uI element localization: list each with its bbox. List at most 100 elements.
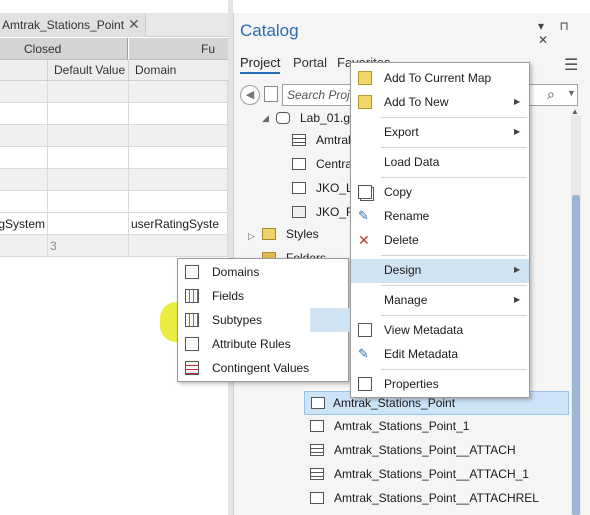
menu-item-label: Rename xyxy=(384,209,430,223)
view-metadata-icon xyxy=(358,323,372,337)
line-feature-icon xyxy=(292,182,306,194)
chevron-right-icon: ▶ xyxy=(514,265,521,274)
table-cell[interactable] xyxy=(48,125,129,147)
table-cell[interactable] xyxy=(0,125,48,147)
menu-separator xyxy=(381,315,527,316)
tree-item-label: Amtrak_Stations_Point_1 xyxy=(334,419,470,433)
column-header[interactable] xyxy=(0,60,48,81)
expand-icon[interactable]: ▷ xyxy=(248,231,255,242)
search-icon[interactable]: ⌕ xyxy=(547,86,555,103)
table-cell[interactable] xyxy=(129,147,228,169)
search-placeholder: Search Proje xyxy=(287,88,357,102)
table-cell[interactable] xyxy=(0,169,48,191)
menu-item-load-data[interactable]: Load Data xyxy=(351,151,529,175)
column-group-label: Closed xyxy=(24,42,62,56)
menu-item-properties[interactable]: Properties xyxy=(351,373,529,397)
table-cell[interactable] xyxy=(0,103,48,125)
styles-icon xyxy=(262,228,276,240)
menu-item-add-to-current-map[interactable]: Add To Current Map xyxy=(351,67,529,91)
table-cell[interactable] xyxy=(129,103,228,125)
menu-item-design[interactable]: Design ▶ xyxy=(351,259,529,283)
tab-project[interactable]: Project xyxy=(240,55,281,74)
back-icon[interactable]: ◀ xyxy=(240,85,260,105)
rename-icon: ✎ xyxy=(358,208,369,223)
column-header-default-value[interactable]: Default Value xyxy=(48,60,129,81)
table-tab[interactable]: Amtrak_Stations_Point ✕ xyxy=(0,13,146,37)
table-cell[interactable] xyxy=(129,191,228,213)
table-cell[interactable] xyxy=(48,169,129,191)
table-row[interactable]: 3 xyxy=(0,235,228,257)
menu-item-domains[interactable]: Domains xyxy=(178,261,348,285)
menu-item-label: Edit Metadata xyxy=(384,347,459,361)
delete-icon: ✕ xyxy=(358,232,370,248)
table-cell[interactable] xyxy=(0,191,48,213)
menu-item-add-to-new[interactable]: Add To New ▶ xyxy=(351,91,529,115)
menu-item-attribute-rules[interactable]: Attribute Rules xyxy=(178,333,348,357)
menu-item-export[interactable]: Export ▶ xyxy=(351,121,529,145)
table-row[interactable] xyxy=(0,81,228,103)
tree-item[interactable]: Amtrak_Stations_Point__ATTACHREL xyxy=(310,487,570,511)
table-cell[interactable] xyxy=(129,81,228,103)
table-cell[interactable] xyxy=(48,213,129,235)
tree-item[interactable]: Amtrak_Stations_Point__ATTACH_1 xyxy=(310,463,570,487)
table-cell[interactable] xyxy=(48,191,129,213)
properties-icon xyxy=(358,377,372,391)
table-row[interactable] xyxy=(0,169,228,191)
tree-item-label: Amtrak_Stations_Point__ATTACH xyxy=(334,443,516,457)
contingent-values-icon xyxy=(185,361,199,375)
menu-icon[interactable]: ☰ xyxy=(564,55,578,75)
table-cell[interactable] xyxy=(48,147,129,169)
chevron-down-icon[interactable]: ▼ xyxy=(567,88,576,98)
tree-item[interactable]: Amtrak_Stations_Point_1 xyxy=(310,415,570,439)
menu-item-edit-metadata[interactable]: ✎ Edit Metadata xyxy=(351,343,529,367)
table-cell[interactable] xyxy=(0,81,48,103)
menu-item-copy[interactable]: Copy xyxy=(351,181,529,205)
table-cell[interactable]: userRatingSyste xyxy=(129,213,228,235)
tree-item[interactable]: Amtrak_Stations_Point__ATTACH xyxy=(310,439,570,463)
vertical-scrollbar[interactable] xyxy=(571,115,581,515)
menu-item-contingent-values[interactable]: Contingent Values xyxy=(178,357,348,381)
menu-separator xyxy=(381,369,527,370)
table-row[interactable] xyxy=(0,125,228,147)
table-cell[interactable] xyxy=(48,103,129,125)
menu-item-label: Attribute Rules xyxy=(212,337,291,351)
table-row[interactable]: tingSystem userRatingSyste xyxy=(0,213,228,235)
pane-window-controls[interactable]: ▾ ⊓ ✕ xyxy=(538,19,590,47)
table-cell[interactable] xyxy=(129,235,228,257)
menu-item-manage[interactable]: Manage ▶ xyxy=(351,289,529,313)
menu-item-delete[interactable]: ✕ Delete xyxy=(351,229,529,253)
column-header-domain[interactable]: Domain xyxy=(129,60,228,81)
tab-portal[interactable]: Portal xyxy=(293,55,327,70)
table-cell[interactable] xyxy=(129,169,228,191)
table-cell[interactable] xyxy=(0,235,48,257)
table-cell[interactable] xyxy=(129,125,228,147)
menu-item-view-metadata[interactable]: View Metadata xyxy=(351,319,529,343)
table-cell[interactable]: tingSystem xyxy=(0,213,48,235)
attribute-rules-icon xyxy=(185,337,199,351)
close-tab-icon[interactable]: ✕ xyxy=(128,16,140,33)
menu-item-label: Load Data xyxy=(384,155,440,169)
catalog-title: Catalog xyxy=(240,21,299,40)
menu-item-label: Add To New xyxy=(384,95,449,109)
subtypes-icon xyxy=(185,313,199,327)
menu-separator xyxy=(381,285,527,286)
table-row[interactable] xyxy=(0,103,228,125)
point-feature-icon xyxy=(311,397,325,409)
scrollbar-thumb[interactable] xyxy=(572,195,580,515)
home-icon[interactable] xyxy=(264,86,278,102)
table-cell[interactable]: 3 xyxy=(48,235,129,257)
menu-item-fields[interactable]: Fields xyxy=(178,285,348,309)
tree-item-label: Amtrak_Stations_Point__ATTACHREL xyxy=(334,491,539,505)
tree-item-label: Amtral xyxy=(316,133,351,147)
menu-item-label: Export xyxy=(384,125,419,139)
menu-item-rename[interactable]: ✎ Rename xyxy=(351,205,529,229)
table-row[interactable] xyxy=(0,191,228,213)
collapse-icon[interactable]: ◢ xyxy=(262,113,269,124)
table-cell[interactable] xyxy=(0,147,48,169)
table-icon xyxy=(310,468,324,480)
menu-item-label: Domains xyxy=(212,265,260,279)
document-tab-bar: Amtrak_Stations_Point ✕ xyxy=(0,13,228,37)
table-icon xyxy=(310,444,324,456)
table-row[interactable] xyxy=(0,147,228,169)
table-cell[interactable] xyxy=(48,81,129,103)
